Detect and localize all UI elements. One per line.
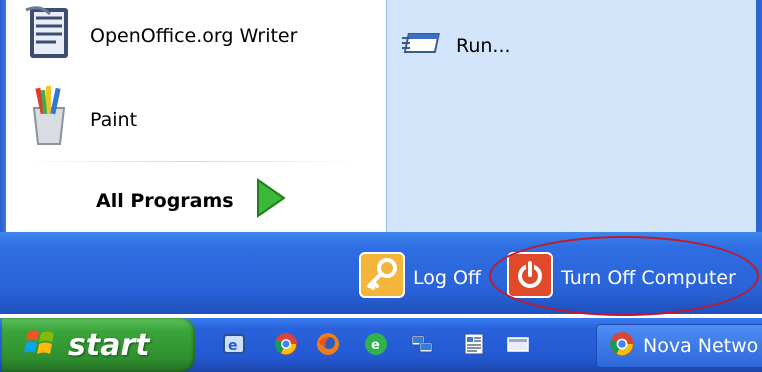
openoffice-writer-icon bbox=[20, 4, 78, 67]
menu-separator bbox=[20, 161, 360, 162]
svg-text:e: e bbox=[371, 338, 380, 353]
green-arrow-icon bbox=[254, 176, 288, 225]
green-app-icon[interactable]: e bbox=[364, 332, 388, 356]
paint-icon bbox=[20, 86, 78, 153]
start-button[interactable]: start bbox=[2, 318, 195, 372]
firefox-icon[interactable] bbox=[316, 332, 340, 356]
all-programs-button[interactable]: All Programs bbox=[96, 176, 288, 225]
program-item-paint[interactable]: Paint bbox=[20, 86, 137, 153]
all-programs-label: All Programs bbox=[96, 189, 234, 212]
program-label: Paint bbox=[90, 108, 138, 131]
windows-logo-icon bbox=[24, 326, 58, 364]
start-menu: OpenOffice.org Writer Paint All Programs bbox=[0, 0, 762, 318]
network-icon[interactable] bbox=[410, 332, 434, 356]
task-button-label: Nova Netwo bbox=[643, 335, 759, 357]
menu-right-border bbox=[756, 0, 762, 232]
run-item[interactable]: Run... bbox=[402, 28, 511, 63]
program-label: OpenOffice.org Writer bbox=[90, 24, 298, 47]
chrome-icon bbox=[609, 331, 635, 362]
show-desktop-icon[interactable] bbox=[506, 332, 530, 356]
svg-text:e: e bbox=[228, 338, 238, 354]
key-icon bbox=[359, 252, 405, 303]
explorer-icon[interactable]: e bbox=[222, 332, 246, 356]
document-icon[interactable] bbox=[462, 332, 486, 356]
run-icon bbox=[402, 28, 442, 63]
start-label: start bbox=[68, 327, 150, 363]
highlight-annotation-ring bbox=[489, 236, 759, 316]
run-label: Run... bbox=[456, 34, 511, 57]
log-off-label: Log Off bbox=[413, 266, 482, 289]
log-off-button[interactable]: Log Off bbox=[359, 252, 481, 303]
taskbar-window-button[interactable]: Nova Netwo bbox=[596, 324, 762, 368]
chrome-icon[interactable] bbox=[274, 332, 298, 356]
program-item-openoffice-writer[interactable]: OpenOffice.org Writer bbox=[20, 4, 297, 67]
